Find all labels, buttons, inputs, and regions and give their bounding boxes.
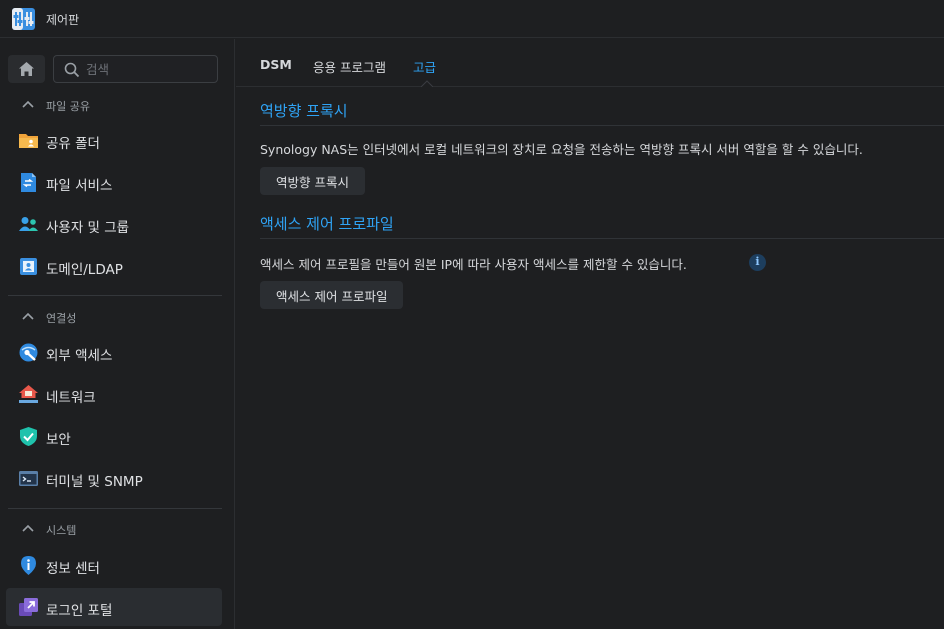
- section-label: 시스템: [46, 524, 77, 537]
- home-button[interactable]: [8, 55, 45, 83]
- section-divider: [260, 238, 944, 239]
- tab-dsm[interactable]: DSM: [260, 57, 292, 72]
- chevron-up-icon: [22, 524, 34, 532]
- sidebar-divider: [8, 295, 222, 296]
- login-portal-icon: [19, 598, 38, 616]
- sidebar: 파일 공유 공유 폴더 파일 서비스 사용자 및 그룹: [0, 39, 235, 629]
- shared-folder-icon: [19, 134, 38, 148]
- security-shield-icon: [20, 427, 37, 446]
- sidebar-item-label: 네트워크: [46, 390, 96, 406]
- sidebar-item-label: 로그인 포털: [46, 603, 113, 619]
- access-control-profile-button[interactable]: 액세스 제어 프로파일: [260, 281, 404, 309]
- section-header-connectivity[interactable]: 연결성: [0, 303, 235, 331]
- tab-advanced[interactable]: 고급: [413, 57, 436, 76]
- sidebar-item-label: 터미널 및 SNMP: [46, 474, 143, 490]
- search-box: [53, 55, 218, 83]
- section-label: 연결성: [46, 312, 77, 325]
- tab-bar: DSM 응용 프로그램 고급: [236, 39, 944, 87]
- sidebar-item-login-portal[interactable]: 로그인 포털: [6, 588, 222, 626]
- section-title-access-control: 액세스 제어 프로파일: [260, 215, 394, 233]
- search-input[interactable]: [86, 60, 211, 78]
- active-tab-indicator: [421, 80, 433, 87]
- sidebar-item-domain-ldap[interactable]: 도메인/LDAP: [6, 247, 222, 285]
- sidebar-item-label: 도메인/LDAP: [46, 262, 123, 278]
- chevron-up-icon: [22, 100, 34, 108]
- search-icon: [64, 62, 80, 78]
- sidebar-item-shared-folder[interactable]: 공유 폴더: [6, 121, 222, 159]
- users-groups-icon: [19, 217, 38, 231]
- sidebar-item-label: 파일 서비스: [46, 178, 113, 194]
- main-content: DSM 응용 프로그램 고급 역방향 프록시 Synology NAS는 인터넷…: [236, 39, 944, 629]
- tab-applications[interactable]: 응용 프로그램: [313, 57, 386, 76]
- section-description-access-control: 액세스 제어 프로필을 만들어 원본 IP에 따라 사용자 액세스를 제한할 수…: [260, 257, 687, 272]
- section-label: 파일 공유: [46, 100, 90, 113]
- section-header-file-sharing[interactable]: 파일 공유: [0, 91, 235, 119]
- window-title: 제어판: [46, 13, 80, 27]
- sidebar-divider: [8, 508, 222, 509]
- reverse-proxy-button[interactable]: 역방향 프록시: [260, 167, 365, 195]
- sidebar-item-security[interactable]: 보안: [6, 417, 222, 455]
- section-description-reverse-proxy: Synology NAS는 인터넷에서 로컬 네트워크의 장치로 요청을 전송하…: [260, 142, 863, 157]
- sidebar-item-label: 외부 액세스: [46, 348, 113, 364]
- control-panel-app-icon: [12, 8, 35, 30]
- home-icon: [19, 62, 34, 76]
- chevron-up-icon: [22, 312, 34, 320]
- sidebar-item-external-access[interactable]: 외부 액세스: [6, 333, 222, 371]
- external-access-icon: [19, 343, 38, 362]
- sidebar-item-users-groups[interactable]: 사용자 및 그룹: [6, 205, 222, 243]
- sidebar-item-label: 사용자 및 그룹: [46, 220, 130, 236]
- terminal-icon: [19, 471, 38, 486]
- network-icon: [19, 385, 38, 403]
- info-center-icon: [21, 556, 36, 575]
- domain-ldap-icon: [20, 258, 37, 275]
- file-services-icon: [21, 173, 36, 192]
- sidebar-item-file-services[interactable]: 파일 서비스: [6, 163, 222, 201]
- sidebar-item-info-center[interactable]: 정보 센터: [6, 546, 222, 584]
- sidebar-item-terminal-snmp[interactable]: 터미널 및 SNMP: [6, 459, 222, 497]
- section-divider: [260, 125, 944, 126]
- section-header-system[interactable]: 시스템: [0, 515, 235, 543]
- section-title-reverse-proxy: 역방향 프록시: [260, 102, 348, 120]
- sidebar-item-label: 보안: [46, 432, 71, 448]
- sidebar-item-network[interactable]: 네트워크: [6, 375, 222, 413]
- title-bar: 제어판: [0, 0, 944, 38]
- sidebar-item-label: 정보 센터: [46, 561, 100, 577]
- info-icon[interactable]: i: [749, 254, 766, 271]
- sidebar-item-label: 공유 폴더: [46, 136, 100, 152]
